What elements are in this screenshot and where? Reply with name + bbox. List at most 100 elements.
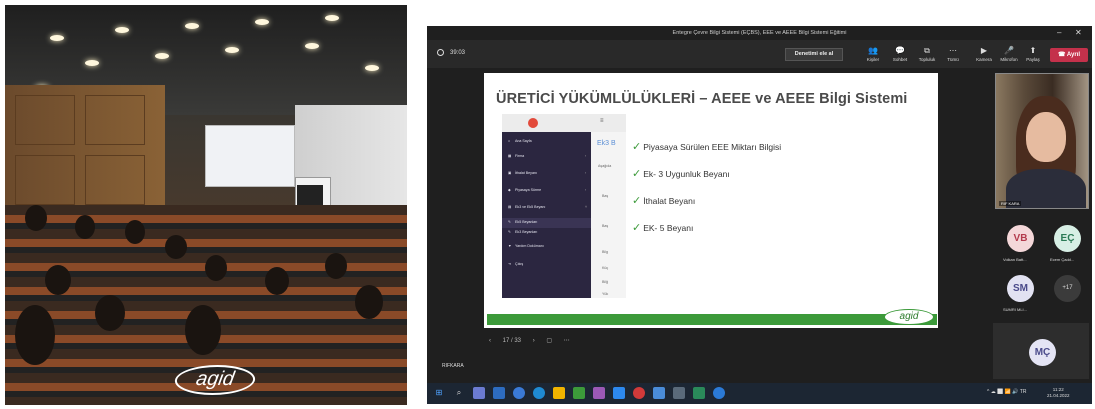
slide-title: ÜRETİCİ YÜKÜMLÜLÜKLERİ – AEEE ve AEEE Bi… — [496, 91, 908, 107]
video-face — [1026, 112, 1066, 162]
ceiling-lamp — [365, 65, 379, 71]
people-label: Kişiler — [866, 57, 880, 62]
people-button[interactable]: 👥 Kişiler — [861, 46, 885, 62]
checkmark-icon: ✓ — [632, 141, 642, 153]
rooms-icon: ⧉ — [924, 46, 930, 55]
folder-icon[interactable] — [553, 387, 565, 399]
embedded-app-screenshot: ≡ ⌂ Ana Sayfa ▦ Firma ‹ ▣ İthalat Beyanı ‹ ◆ P… — [502, 114, 626, 298]
slide-bullet: ✓ EK- 5 Beyanı — [632, 222, 694, 234]
checkmark-icon: ✓ — [632, 222, 642, 234]
app-menu-item: ◆ Piyasaya Sürme ‹ — [508, 188, 587, 192]
slide-bullet: ✓ Piyasaya Sürülen EEE Miktarı Bilgisi — [632, 141, 782, 153]
teams-icon[interactable] — [473, 387, 485, 399]
system-tray[interactable]: ^ ☁ ⬜ 📶 🔊 TR — [987, 389, 1027, 395]
camera-button[interactable]: ▶ Kamera — [972, 46, 996, 62]
ceiling-lamp — [155, 53, 169, 59]
ceiling-lamp — [325, 15, 339, 21]
slide-more-button[interactable]: ⋯ — [564, 338, 570, 344]
ceiling-lamp — [225, 47, 239, 53]
close-icon[interactable]: ✕ — [1075, 26, 1082, 40]
share-icon: ⬆ — [1029, 46, 1037, 55]
audience-head — [125, 220, 145, 244]
search-icon[interactable]: ⌕ — [453, 387, 465, 399]
app-text: Baş — [602, 194, 609, 198]
app-menu-item: ✎ Ek5 Beyanları — [508, 220, 538, 224]
app-icon[interactable] — [593, 387, 605, 399]
agid-logo: agid — [884, 309, 934, 325]
app-menu-item: ▼ Yardım Dokümanı — [508, 244, 544, 248]
previous-slide-button[interactable]: ‹ — [489, 338, 491, 344]
take-control-button[interactable]: Denetimi ele al — [785, 48, 843, 61]
wood-wall — [5, 85, 165, 225]
share-button[interactable]: ⬆ Paylaş — [1021, 46, 1045, 62]
audience-head — [165, 235, 187, 259]
participant-name: SUMRI MLI... — [1003, 307, 1028, 312]
app-icon[interactable] — [653, 387, 665, 399]
chat-icon: 💬 — [895, 46, 905, 55]
participant-name: Ecem Çadd... — [1050, 257, 1075, 262]
audience-head — [95, 295, 125, 331]
clock-date: 21.04.2022 — [1047, 393, 1070, 398]
app-text: Aşağıda — [598, 164, 612, 168]
timer-text: 39:03 — [450, 50, 466, 57]
more-icon: ⋯ — [949, 46, 957, 55]
windows-taskbar: ⊞ ⌕ ^ ☁ ⬜ 📶 🔊 TR 11:22 21.04.2022 — [427, 383, 1092, 404]
more-button[interactable]: ⋯ Tümü — [941, 46, 965, 62]
share-label: Paylaş — [1026, 57, 1040, 62]
rooms-button[interactable]: ⧉ Topluluk — [915, 46, 939, 62]
chat-label: Sohbet — [892, 57, 908, 62]
more-label: Tümü — [947, 57, 959, 62]
people-icon: 👥 — [868, 46, 878, 55]
chat-button[interactable]: 💬 Sohbet — [888, 46, 912, 62]
app-sidebar: ⌂ Ana Sayfa ▦ Firma ‹ ▣ İthalat Beyanı ‹ ◆ Piy… — [502, 132, 591, 298]
participant-avatar[interactable]: MÇ — [1029, 339, 1056, 366]
presenter-name: RIFKARA — [442, 363, 464, 369]
camera-icon: ▶ — [980, 46, 988, 55]
participant-avatar[interactable]: SM — [1007, 275, 1034, 302]
next-slide-button[interactable]: › — [533, 338, 535, 344]
participant-avatar[interactable]: VB — [1007, 225, 1034, 252]
app-menu-item: ▤ Ek3 ve Ek5 Beyanı ˅ — [508, 205, 588, 209]
slides-grid-icon[interactable]: ▢ — [546, 338, 552, 344]
audience-head — [15, 305, 55, 365]
app-icon[interactable] — [693, 387, 705, 399]
minimize-icon[interactable]: – — [1057, 26, 1061, 40]
browser-icon[interactable] — [513, 387, 525, 399]
seminar-photo: agid — [5, 5, 407, 405]
ceiling-lamp — [85, 60, 99, 66]
clock[interactable]: 11:22 21.04.2022 — [1047, 387, 1070, 399]
app-page-heading: Ek3 B — [597, 140, 616, 147]
shield-icon — [437, 49, 444, 56]
ceiling-lamp — [305, 43, 319, 49]
slide-navigation: ‹ 17 / 33 › ▢ ⋯ — [489, 337, 580, 344]
ceiling-lamp — [50, 35, 64, 41]
app-text: Bilg — [602, 250, 608, 254]
more-participants-badge[interactable]: +17 — [1054, 275, 1081, 302]
windows-start-icon[interactable]: ⊞ — [433, 387, 445, 399]
ceiling-lamp — [185, 23, 199, 29]
edge-icon[interactable] — [533, 387, 545, 399]
mic-button[interactable]: 🎤 Mikrofon — [997, 46, 1021, 62]
window-title: Entegre Çevre Bilgi Sistemi (EÇBS), EEE … — [427, 26, 1092, 40]
slide-footer-bar — [487, 314, 937, 325]
app-icon[interactable] — [713, 387, 725, 399]
app-icon[interactable] — [573, 387, 585, 399]
app-menu-item: ⇥ Çıkış — [508, 262, 524, 266]
meeting-timer: 39:03 — [437, 49, 465, 56]
app-icon[interactable] — [633, 387, 645, 399]
hamburger-icon: ≡ — [600, 118, 604, 124]
mic-label: Mikrofon — [1000, 57, 1018, 62]
app-text: Yük — [602, 292, 609, 296]
app-header: ≡ — [502, 114, 626, 132]
participant-video[interactable]: RIF KARA — [995, 73, 1089, 209]
app-icon[interactable] — [673, 387, 685, 399]
leave-button[interactable]: ☎ Ayrıl — [1050, 48, 1088, 62]
explorer-icon[interactable] — [493, 387, 505, 399]
app-menu-item: ▣ İthalat Beyanı ‹ — [508, 171, 587, 175]
participant-avatar[interactable]: EÇ — [1054, 225, 1081, 252]
audience-head — [45, 265, 71, 295]
shared-slide: ÜRETİCİ YÜKÜMLÜLÜKLERİ – AEEE ve AEEE Bi… — [484, 73, 938, 328]
app-icon[interactable] — [613, 387, 625, 399]
phone-icon: ☎ — [1057, 52, 1067, 58]
app-text: Küç — [602, 266, 609, 270]
